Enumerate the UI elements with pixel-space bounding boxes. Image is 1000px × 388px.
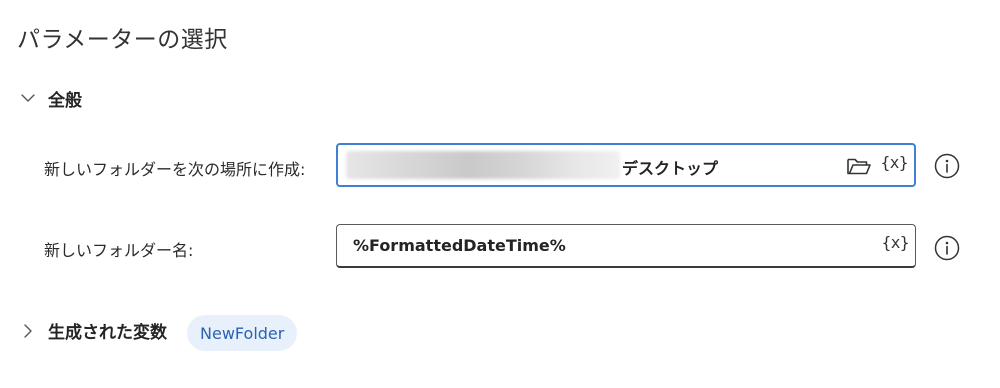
variable-icon[interactable]: {x} (882, 233, 910, 252)
folder-name-label: 新しいフォルダー名: (44, 241, 194, 260)
chevron-right-icon (20, 323, 36, 339)
folder-name-value: %FormattedDateTime% (353, 236, 566, 255)
info-icon[interactable] (934, 235, 960, 261)
info-icon[interactable] (934, 153, 960, 179)
variable-chip-newfolder[interactable]: NewFolder (187, 315, 298, 351)
obscured-path-text (346, 151, 620, 179)
folder-name-input[interactable]: %FormattedDateTime% {x} (336, 224, 916, 268)
section-produced-variables-header[interactable]: 生成された変数 (20, 318, 167, 343)
folder-location-value: デスクトップ (622, 159, 719, 178)
variable-icon[interactable]: {x} (881, 153, 909, 172)
section-produced-variables-label: 生成された変数 (48, 323, 167, 343)
section-general-label: 全般 (48, 91, 82, 111)
folder-location-input[interactable]: デスクトップ {x} (336, 143, 916, 187)
folder-icon[interactable] (846, 155, 872, 177)
page-title: パラメーターの選択 (17, 27, 228, 53)
folder-location-label: 新しいフォルダーを次の場所に作成: (44, 160, 306, 179)
chevron-down-icon (20, 91, 36, 107)
section-general-header[interactable]: 全般 (20, 86, 82, 111)
